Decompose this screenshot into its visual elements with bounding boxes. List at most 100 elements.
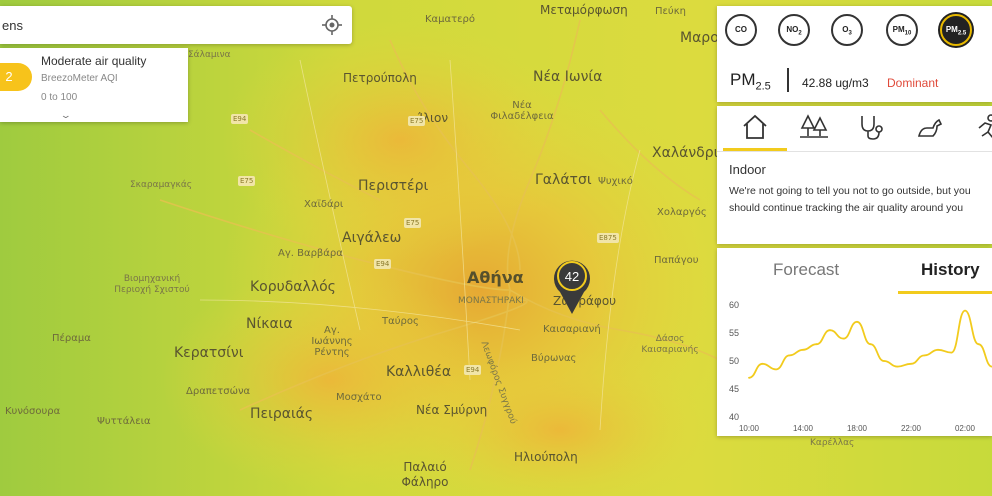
place-label: Καματερό (425, 14, 475, 25)
data-point (856, 320, 858, 323)
tab-history[interactable]: History (921, 260, 980, 280)
place-label: Κερατσίνι (174, 345, 244, 361)
place-label: Καισαριανή (543, 324, 601, 335)
place-label: Αγ. Ιωάννης Ρέντης (311, 325, 353, 358)
place-label: Ψυχικό (598, 176, 633, 187)
aqi-scale-range: 0 to 100 (41, 92, 78, 103)
dominant-badge: Dominant (887, 76, 939, 90)
road-shield: E875 (597, 233, 619, 243)
aqi-index-badge: 2 (0, 63, 32, 91)
road-shield: E75 (238, 176, 256, 186)
tab-pets[interactable] (899, 106, 957, 148)
pollutant-co-button[interactable]: CO (725, 14, 757, 46)
road-shield: E75 (408, 116, 426, 126)
data-point (937, 348, 939, 351)
y-tick-label: 40 (729, 412, 739, 422)
place-label: Πεύκη (655, 6, 686, 17)
pollutant-no2-button[interactable]: NO2 (778, 14, 810, 46)
place-label: Δάσος Καισαριανής (641, 334, 699, 355)
place-label: Δραπετσώνα (186, 386, 251, 397)
aqi-scale-name: BreezoMeter AQI (41, 73, 118, 84)
recommendation-text: We're not going to tell you not to go ou… (729, 185, 971, 214)
place-label: ΜΟΝΑΣΤΗΡΑΚΙ (458, 296, 524, 306)
pollutant-pm10-button[interactable]: PM10 (886, 14, 918, 46)
recommendations-panel: Indoor We're not going to tell you not t… (717, 106, 992, 244)
data-point (829, 329, 831, 332)
place-label: Χολαργός (657, 207, 707, 218)
tab-indoor[interactable] (725, 106, 783, 148)
pollutant-o3-button[interactable]: O3 (831, 14, 863, 46)
road-shield: E75 (404, 218, 422, 228)
data-point (802, 348, 804, 351)
trees-icon (800, 114, 828, 138)
place-label: Ταύρος (382, 316, 419, 327)
selected-pollutant-name: PM2.5 (730, 70, 771, 93)
history-chart-panel: Forecast History 40 45 50 55 60 10:00 14:00 18… (717, 248, 992, 436)
data-point (842, 337, 845, 340)
place-label: Χαλάνδρι (652, 145, 719, 161)
crosshair-icon[interactable] (322, 15, 342, 35)
x-axis: 10:00 14:00 18:00 22:00 02:00 (739, 424, 976, 433)
road-shield: E94 (231, 114, 249, 124)
divider (717, 151, 992, 152)
place-label: Αιγάλεω (342, 230, 402, 246)
tab-forecast[interactable]: Forecast (773, 260, 839, 280)
place-label: Βύρωνας (531, 353, 577, 364)
data-point (923, 354, 926, 357)
data-point (761, 362, 764, 365)
chevron-down-icon[interactable]: ⌄ (60, 110, 72, 121)
place-label: Πειραιάς (250, 406, 314, 422)
place-label: Νέα Σμύρνη (416, 403, 488, 417)
road-shield: E94 (374, 259, 392, 269)
place-label: Γαλάτσι (535, 172, 592, 188)
place-label: Καλλιθέα (386, 364, 452, 380)
y-tick-label: 60 (729, 300, 739, 310)
place-label: Χαϊδάρι (304, 199, 344, 210)
search-input[interactable]: ens (2, 18, 23, 33)
place-label: Βιομηχανική Περιοχή Σχιστού (114, 274, 190, 295)
place-label: Περιστέρι (358, 178, 429, 194)
place-label: Νίκαια (246, 316, 293, 332)
place-label: Μαρο (680, 30, 719, 46)
place-label: Πέραμα (52, 333, 91, 344)
data-point (775, 368, 777, 371)
data-point (748, 376, 750, 379)
data-point (869, 343, 872, 346)
recommendation-title: Indoor (729, 162, 766, 177)
data-point (977, 343, 980, 346)
history-line-chart: 40 45 50 55 60 10:00 14:00 18:00 22:00 02:00 (729, 300, 992, 433)
data-point (815, 343, 818, 346)
data-point (788, 354, 791, 357)
tab-outdoor[interactable] (783, 106, 841, 148)
place-label: Παπάγου (654, 255, 699, 266)
tab-sport[interactable] (957, 106, 992, 148)
road-shield: E94 (464, 365, 482, 375)
stethoscope-icon (861, 116, 883, 140)
place-label: Σκαραμαγκάς (130, 180, 193, 190)
data-point (896, 365, 899, 368)
selected-pollutant-value: 42.88 ug/m3 (802, 76, 869, 90)
aqi-map-marker[interactable]: 42 (552, 256, 592, 316)
place-label: Νέα Φιλαδέλφεια (490, 100, 554, 122)
y-tick-label: 50 (729, 356, 739, 366)
aqi-summary-card[interactable]: 2 Moderate air quality BreezoMeter AQI 0… (0, 48, 188, 122)
pollutant-pm25-button[interactable]: PM2.5 (940, 14, 972, 46)
active-tab-indicator (898, 291, 992, 294)
place-label: Παλαιό Φάληρο (401, 460, 449, 489)
running-icon (978, 114, 992, 139)
place-label: Νέα Ιωνία (533, 69, 603, 85)
marker-value: 42 (565, 269, 579, 284)
search-bar[interactable]: ens (0, 6, 352, 44)
data-point (910, 362, 912, 365)
place-label: Πετρούπολη (343, 71, 417, 85)
data-point (950, 351, 953, 354)
y-axis: 40 45 50 55 60 (729, 300, 739, 422)
x-tick-label: 10:00 (739, 424, 760, 433)
place-label: Ηλιούπολη (514, 450, 578, 464)
x-tick-label: 18:00 (847, 424, 868, 433)
x-tick-label: 22:00 (901, 424, 922, 433)
y-tick-label: 45 (729, 384, 739, 394)
x-tick-label: 02:00 (955, 424, 976, 433)
home-icon (743, 114, 767, 139)
tab-health[interactable] (841, 106, 899, 148)
